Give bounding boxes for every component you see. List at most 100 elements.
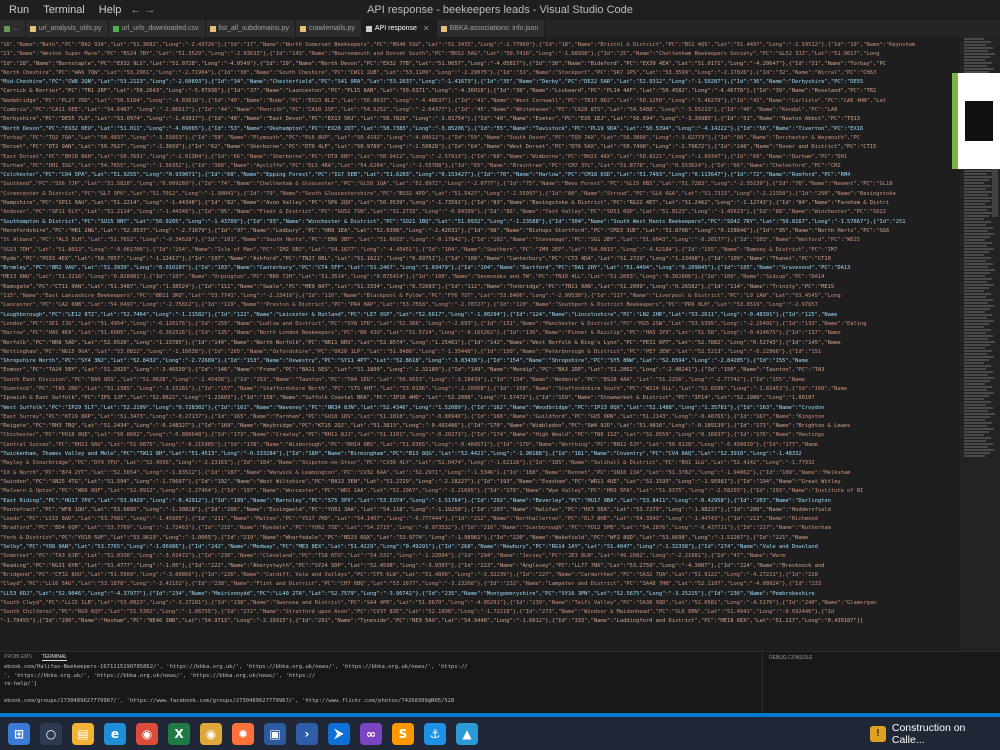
tab-list-all-subdomains[interactable]: list_all_subdomains.py: [205, 20, 296, 37]
code-line[interactable]: "East Surrey","PC":"KT19 8RP","Lat":"51.…: [0, 413, 960, 422]
code-line[interactable]: "Reigate","PC":"RH3 7BQ","Lat":"51.2434"…: [0, 422, 960, 431]
code-line[interactable]: "Herefordshire","PC":"HR1 2NG","Lat":"52…: [0, 227, 960, 236]
code-line[interactable]: "Cirencester & District","PC":"GL7 5PU",…: [0, 190, 960, 199]
edge-icon[interactable]: e: [104, 722, 126, 745]
code-line[interactable]: "South East Division","PC":"BA9 8DS","La…: [0, 376, 960, 385]
code-line[interactable]: "Id":"28","Name":"Barnstaple","PC":"EX32…: [0, 60, 960, 69]
tab-label: BBKA associations: info.json: [449, 25, 539, 32]
code-line[interactable]: "Torbay","PC":"TQ2 7QA","Lat":"50.4837",…: [0, 134, 960, 143]
code-line[interactable]: "LL53 6DJ","Lat":"52.9046","Long":"-4.37…: [0, 590, 960, 599]
code-line[interactable]: "Quantock","PC":"TA5 2NX","Lat":"51.1385…: [0, 385, 960, 394]
code-line[interactable]: "Southampton & District","PC":"SO15 8NY"…: [0, 218, 960, 227]
minimap-line: [964, 407, 993, 409]
virtualbox-icon[interactable]: ▣: [264, 722, 286, 745]
code-line[interactable]: "Loughborough","PC":"LE12 8TZ","Lat":"52…: [0, 311, 960, 320]
code-line[interactable]: "Clwyd","PC":"LL16 5AU","Lat":"53.1878",…: [0, 580, 960, 589]
sublime-icon[interactable]: S: [392, 722, 414, 745]
code-line[interactable]: "Harrow","PC":"HA5 4EA","Lat":"51.6005",…: [0, 329, 960, 338]
powershell-icon[interactable]: ›: [296, 722, 318, 745]
code-line[interactable]: "Malvern & Upton","PC":"WR8 0QF","Lat":"…: [0, 487, 960, 496]
tab-problems[interactable]: PROBLEMS: [4, 654, 32, 661]
code-line[interactable]: "North Devon","PC":"EX32 0EU","Lat":"51.…: [0, 125, 960, 134]
code-line[interactable]: "Bridgend","PC":"CF32 8UU","Lat":"51.556…: [0, 571, 960, 580]
code-line[interactable]: "21","Name":"Weston Super Mare","PC":"BS…: [0, 50, 960, 59]
code-line[interactable]: "Swindon","PC":"SN25 4TG","Lat":"51.594"…: [0, 478, 960, 487]
nav-arrows-icon[interactable]: ← →: [130, 4, 155, 16]
menu-run[interactable]: Run: [2, 4, 36, 16]
code-line[interactable]: "Central Sussex","PC":"RH11 9AU","Lat":"…: [0, 441, 960, 450]
code-line[interactable]: "ME13 8NQ","Lat":"51.3218","Long":"0.828…: [0, 273, 960, 282]
firefox-icon[interactable]: ✹: [232, 722, 254, 745]
code-content[interactable]: "16","Name":"Bath","PC":"BA2 9JA","Lat":…: [0, 41, 960, 627]
code-line[interactable]: "Southend","PC":"SS6 7JP","Lat":"51.5828…: [0, 180, 960, 189]
code-line[interactable]: "Cumbria","PC":"CA11 0EE","Lat":"54.6487…: [0, 106, 960, 115]
menu-help[interactable]: Help: [92, 4, 129, 16]
terminal-panel[interactable]: PROBLEMS TERMINAL ebook.com/Halifax-Beek…: [0, 652, 760, 714]
code-line[interactable]: "London","PC":"SE1 7JU","Lat":"51.4954",…: [0, 320, 960, 329]
code-line[interactable]: "Nottingham","PC":"NG15 9GA","Lat":"53.0…: [0, 348, 960, 357]
chrome-alt-icon[interactable]: ◉: [200, 722, 222, 745]
code-line[interactable]: "Somerset","PC":"TA3 6JB","Lat":"51.0336…: [0, 552, 960, 561]
code-line[interactable]: "South Chilterns","PC":"RG9 6QY","Lat":"…: [0, 608, 960, 617]
code-line[interactable]: "Leeds","PC":"LS15 8AD","Lat":"53.7981",…: [0, 515, 960, 524]
code-line[interactable]: "Derbyshire","PC":"DE55 7LX","Lat":"53.0…: [0, 115, 960, 124]
code-line[interactable]: "East Riding","PC":"HU17 7PX","Lat":"53.…: [0, 497, 960, 506]
code-line[interactable]: "Hampshire","PC":"SP11 0AU","Lat":"51.22…: [0, 199, 960, 208]
code-line[interactable]: "Ramsgate","PC":"CT11 0AN","Lat":"51.348…: [0, 283, 960, 292]
chrome-icon[interactable]: ◉: [136, 722, 158, 745]
code-line[interactable]: "South Clwyd","PC":"LL15 1LB","Lat":"53.…: [0, 599, 960, 608]
code-line[interactable]: "Andover","PC":"SP11 6LY","Lat":"51.2114…: [0, 208, 960, 217]
code-line[interactable]: "Shropshire North","PC":"SY4 3NJ","Lat":…: [0, 357, 960, 366]
code-line[interactable]: "York & District","PC":"YO19 5UF","Lat":…: [0, 534, 960, 543]
code-line[interactable]: "Ipswich & East Suffolk","PC":"IP5 1JF",…: [0, 394, 960, 403]
tab-bbka-associations[interactable]: BBKA associations: info.json: [436, 20, 546, 37]
code-line[interactable]: "Durham","PC":"DH1 3SG","Lat":"54.7655",…: [0, 162, 960, 171]
code-line[interactable]: "-1.79455"},{"Id":"290","Name":"Hexham",…: [0, 617, 960, 626]
code-line[interactable]: "Carrick & Kerrier","PC":"TR1 2RF","Lat"…: [0, 87, 960, 96]
code-line[interactable]: "Bromley","PC":"BR2 9AU","Lat":"51.3939"…: [0, 264, 960, 273]
search-icon[interactable]: ○: [40, 722, 62, 745]
tab-url-analysis-utils[interactable]: url_analysis_utils.py: [25, 20, 109, 37]
code-line[interactable]: "East Dorset","PC":"BH18 8AH","Lat":"50.…: [0, 153, 960, 162]
code-line[interactable]: "16","Name":"Bath","PC":"BA2 9JA","Lat":…: [0, 41, 960, 50]
excel-icon[interactable]: X: [168, 722, 190, 745]
code-line[interactable]: "115","Name":"East Lancashire Beekeepers…: [0, 292, 960, 301]
close-icon[interactable]: ✕: [423, 24, 430, 33]
menu-terminal[interactable]: Terminal: [36, 4, 92, 16]
code-line[interactable]: "West Suffolk","PC":"IP29 5LT","Lat":"52…: [0, 404, 960, 413]
code-line[interactable]: "SG13 7DH","Lat":"51.8013","Long":"-0.06…: [0, 246, 960, 255]
file-explorer-icon[interactable]: ▤: [72, 722, 94, 745]
code-line[interactable]: "Bradford","PC":"BD4 6QP","Lat":"53.7769…: [0, 524, 960, 533]
code-line[interactable]: "Twickenham, Thames Valley and Mole","PC…: [0, 450, 960, 459]
docker-icon[interactable]: ⚓: [424, 722, 446, 745]
code-line[interactable]: "Colchester","PC":"CO4 5PA","Lat":"51.92…: [0, 171, 960, 180]
code-line[interactable]: "Exmoor","PC":"TA24 5BY","Lat":"51.2025"…: [0, 366, 960, 375]
code-line[interactable]: "St Albans","PC":"AL3 5LH","Lat":"51.765…: [0, 236, 960, 245]
code-line[interactable]: "Norfolk","PC":"NR8 5AD","Lat":"52.6526"…: [0, 339, 960, 348]
photos-icon[interactable]: ▲: [456, 722, 478, 745]
news-widget[interactable]: ! Construction on Calle...: [870, 717, 1000, 750]
vscode-icon[interactable]: ⮞: [328, 722, 350, 745]
code-line[interactable]: "Mayley & Stourbridge","PC":"DY9 7PU","L…: [0, 459, 960, 468]
code-line[interactable]: "Chichester","PC":"PO18 0QE","Lat":"50.8…: [0, 431, 960, 440]
tab-crawlemails[interactable]: crawlemails.py: [295, 20, 362, 37]
code-line[interactable]: "Ryde","PC":"PO33 4EX","Lat":"50.7057","…: [0, 255, 960, 264]
tab-terminal[interactable]: TERMINAL: [41, 654, 68, 661]
tab-api-response[interactable]: API response ✕: [361, 20, 437, 37]
editor-area[interactable]: "16","Name":"Bath","PC":"BA2 9JA","Lat":…: [0, 37, 1000, 651]
debug-console-panel[interactable]: DEBUG CONSOLE: [762, 652, 1000, 714]
code-line[interactable]: "Lancaster","PC":"LA2 6NB","Lat":"54.049…: [0, 301, 960, 310]
tab-url-urls-downloaded[interactable]: url_urls_downloaded.csv: [108, 20, 206, 37]
code-line[interactable]: "Pontefract","PC":"WF8 1QU","Lat":"53.68…: [0, 506, 960, 515]
start-icon[interactable]: ⊞: [8, 722, 30, 745]
code-line[interactable]: "Wadebridge","PC":"PL27 7DD","Lat":"50.5…: [0, 97, 960, 106]
code-line[interactable]: "Dorset","PC":"DT2 9AN","Lat":"50.7627",…: [0, 143, 960, 152]
code-line[interactable]: "North Cheshire","PC":"WA6 7QW","Lat":"5…: [0, 69, 960, 78]
visual-studio-icon[interactable]: ∞: [360, 722, 382, 745]
code-line[interactable]: "Selby","PC":"YO8 9AN","Lat":"53.7765","…: [0, 543, 960, 552]
code-line[interactable]: "Mid-Cheshire","PC":"CW8 2QN","Lat":"53.…: [0, 78, 960, 87]
minimap-line: [964, 230, 988, 232]
tab-0[interactable]: ...: [0, 20, 26, 37]
code-line[interactable]: "Id & North","PC":"B74 2YT","Lat":"52.56…: [0, 469, 960, 478]
code-line[interactable]: "Reading","PC":"RG31 6YR","Lat":"51.4777…: [0, 562, 960, 571]
